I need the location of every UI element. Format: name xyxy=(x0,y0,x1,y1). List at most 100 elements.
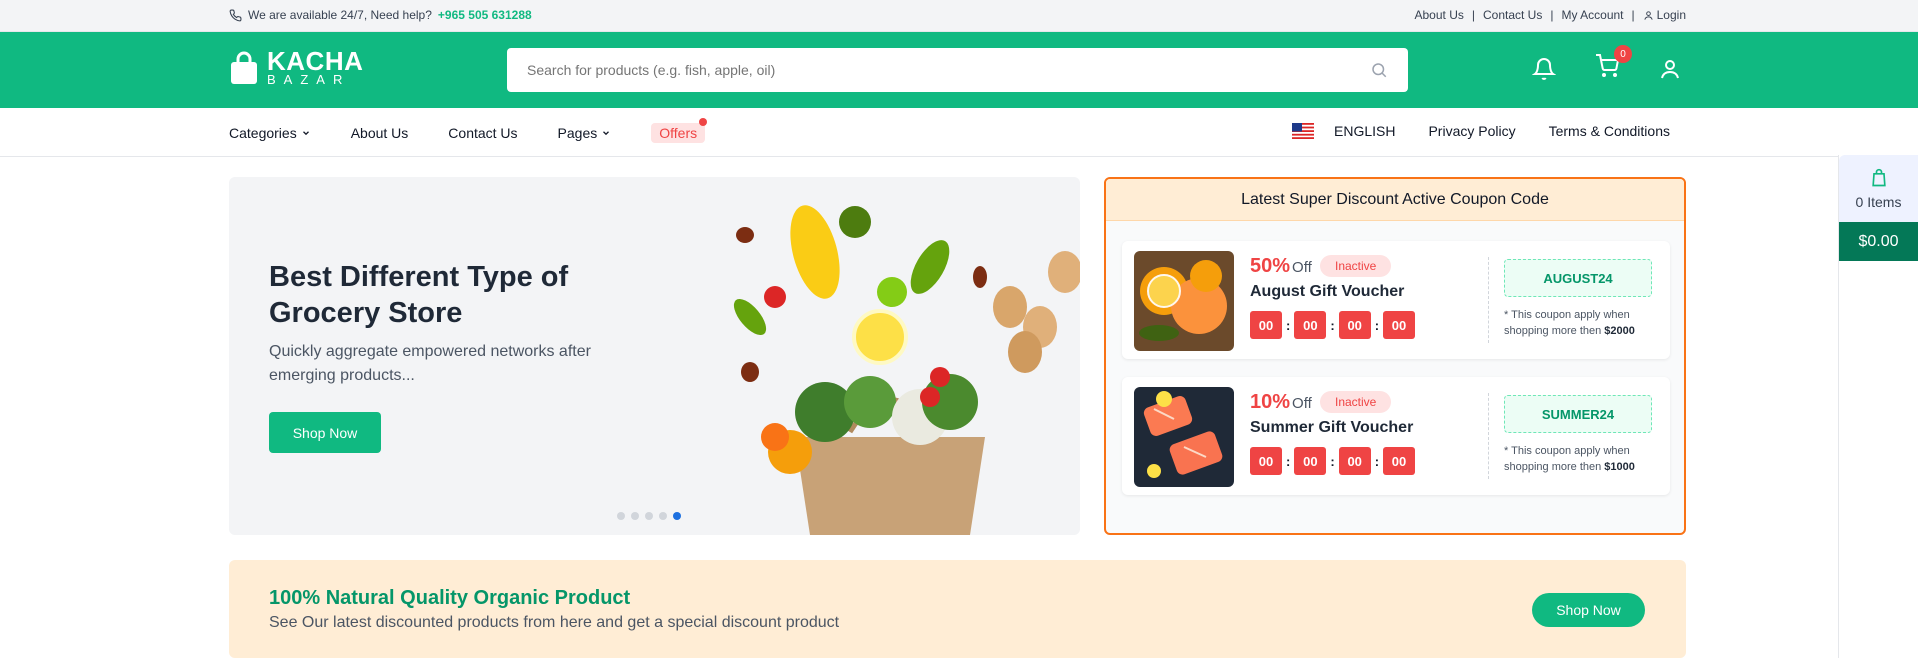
top-link-account[interactable]: My Account xyxy=(1561,8,1623,22)
coupon-image-salmon xyxy=(1134,387,1234,487)
help-line: We are available 24/7, Need help? +965 5… xyxy=(229,8,532,22)
promo-banner: 100% Natural Quality Organic Product See… xyxy=(229,560,1686,658)
shopping-bag-icon xyxy=(231,51,257,84)
nav-left: Categories About Us Contact Us Pages Off… xyxy=(229,118,708,143)
top-link-contact[interactable]: Contact Us xyxy=(1483,8,1542,22)
coupon-timer: 00: 00: 00: 00 xyxy=(1250,311,1416,339)
hero-title: Best Different Type of Grocery Store xyxy=(269,261,569,329)
main-header: KACHA BAZAR 0 xyxy=(0,32,1918,108)
slider-dot[interactable] xyxy=(631,512,639,520)
shopping-bag-icon xyxy=(1871,168,1886,186)
nav-offers-label: Offers xyxy=(659,125,698,141)
coupon-percent: 10% xyxy=(1250,391,1291,413)
divider xyxy=(1488,393,1489,479)
help-text: We are available 24/7, Need help? xyxy=(248,8,432,22)
phone-icon xyxy=(229,9,242,21)
bell-icon[interactable] xyxy=(1532,57,1556,81)
promo-heading: 100% Natural Quality Organic Product xyxy=(269,587,631,609)
slider-dot[interactable] xyxy=(645,512,653,520)
logo[interactable]: KACHA BAZAR xyxy=(229,46,364,87)
cart-button[interactable]: 0 xyxy=(1594,45,1632,83)
navigation-bar: Categories About Us Contact Us Pages Off… xyxy=(0,108,1918,157)
nav-pages[interactable]: Pages xyxy=(558,125,612,141)
hero-shop-now-button[interactable]: Shop Now xyxy=(269,412,381,453)
nav-terms[interactable]: Terms & Conditions xyxy=(1549,123,1670,139)
search-icon[interactable] xyxy=(1370,61,1388,79)
timer-hours: 00 xyxy=(1294,447,1327,475)
coupon-discount: 50% Off xyxy=(1250,255,1312,278)
timer-days: 00 xyxy=(1250,447,1282,475)
phone-number[interactable]: +965 505 631288 xyxy=(438,8,532,22)
header-icons: 0 xyxy=(1532,45,1682,83)
coupon-card: 50% Off Inactive August Gift Voucher 00: … xyxy=(1122,241,1670,359)
language-selector[interactable]: ENGLISH xyxy=(1292,123,1395,139)
timer-seconds: 00 xyxy=(1383,311,1416,339)
hero-slider: Best Different Type of Grocery Store Qui… xyxy=(229,177,1080,535)
cart-count-badge: 0 xyxy=(1614,45,1632,63)
coupon-name: Summer Gift Voucher xyxy=(1250,419,1414,436)
coupon-percent: 50% xyxy=(1250,255,1291,277)
nav-categories[interactable]: Categories xyxy=(229,125,311,141)
nav-offers[interactable]: Offers xyxy=(651,118,708,143)
timer-days: 00 xyxy=(1250,311,1282,339)
nav-pages-label: Pages xyxy=(557,125,598,141)
status-badge: Inactive xyxy=(1320,255,1392,277)
grocery-bag-image xyxy=(733,205,1080,535)
coupon-card: 10% Off Inactive Summer Gift Voucher 00: … xyxy=(1122,377,1670,495)
promo-shop-now-button[interactable]: Shop Now xyxy=(1532,593,1645,627)
login-link[interactable]: Login xyxy=(1657,8,1686,22)
coupon-code-button[interactable]: SUMMER24 xyxy=(1504,395,1652,433)
divider xyxy=(1488,257,1489,343)
chevron-down-icon xyxy=(603,131,610,136)
search-bar xyxy=(507,48,1408,92)
nav-categories-label: Categories xyxy=(229,125,297,141)
coupon-min-amount: $2000 xyxy=(1604,325,1635,337)
floating-cart[interactable]: 0 Items $0.00 xyxy=(1838,155,1918,658)
coupon-min-amount: $1000 xyxy=(1604,461,1635,473)
top-links: About Us | Contact Us | My Account | Log… xyxy=(1415,8,1687,22)
search-input[interactable] xyxy=(527,62,1327,78)
coupon-off-label: Off xyxy=(1292,259,1312,276)
logo-title: KACHA xyxy=(267,46,364,76)
notification-dot xyxy=(699,118,708,126)
status-badge: Inactive xyxy=(1320,391,1392,413)
user-icon[interactable] xyxy=(1658,57,1682,81)
nav-contact[interactable]: Contact Us xyxy=(448,125,517,141)
us-flag-icon xyxy=(1292,123,1314,139)
timer-minutes: 00 xyxy=(1338,447,1371,475)
slider-dot[interactable] xyxy=(617,512,625,520)
floating-cart-summary[interactable]: 0 Items xyxy=(1839,155,1918,222)
nav-right: ENGLISH Privacy Policy Terms & Condition… xyxy=(1292,123,1670,139)
timer-seconds: 00 xyxy=(1383,447,1416,475)
nav-about[interactable]: About Us xyxy=(351,125,409,141)
coupon-image-oranges xyxy=(1134,251,1234,351)
floating-cart-items: 0 Items xyxy=(1855,193,1902,210)
promo-text: See Our latest discounted products from … xyxy=(269,614,840,631)
floating-cart-total[interactable]: $0.00 xyxy=(1839,222,1918,261)
coupon-name: August Gift Voucher xyxy=(1250,283,1405,300)
coupon-panel: Latest Super Discount Active Coupon Code… xyxy=(1104,177,1686,535)
language-label: ENGLISH xyxy=(1334,123,1396,139)
top-link-about[interactable]: About Us xyxy=(1415,8,1464,22)
slider-dots xyxy=(617,512,681,520)
nav-privacy-policy[interactable]: Privacy Policy xyxy=(1428,123,1515,139)
logo-subtitle: BAZAR xyxy=(267,72,351,87)
hero-subtitle: Quickly aggregate empowered networks aft… xyxy=(269,343,591,384)
timer-minutes: 00 xyxy=(1338,311,1371,339)
separator: | xyxy=(1631,8,1635,22)
separator: | xyxy=(1550,8,1554,22)
top-bar: We are available 24/7, Need help? +965 5… xyxy=(0,0,1918,32)
coupon-note: * This coupon apply when shopping more t… xyxy=(1504,443,1654,475)
coupon-off-label: Off xyxy=(1292,395,1312,412)
coupon-timer: 00: 00: 00: 00 xyxy=(1250,447,1416,475)
slider-dot[interactable] xyxy=(659,512,667,520)
coupon-note: * This coupon apply when shopping more t… xyxy=(1504,307,1654,339)
coupon-code-button[interactable]: AUGUST24 xyxy=(1504,259,1652,297)
slider-dot[interactable] xyxy=(673,512,681,520)
chevron-down-icon xyxy=(302,131,309,136)
coupon-panel-title: Latest Super Discount Active Coupon Code xyxy=(1106,179,1684,221)
user-icon xyxy=(1644,10,1653,20)
coupon-discount: 10% Off xyxy=(1250,391,1312,414)
separator: | xyxy=(1471,8,1475,22)
timer-hours: 00 xyxy=(1294,311,1327,339)
